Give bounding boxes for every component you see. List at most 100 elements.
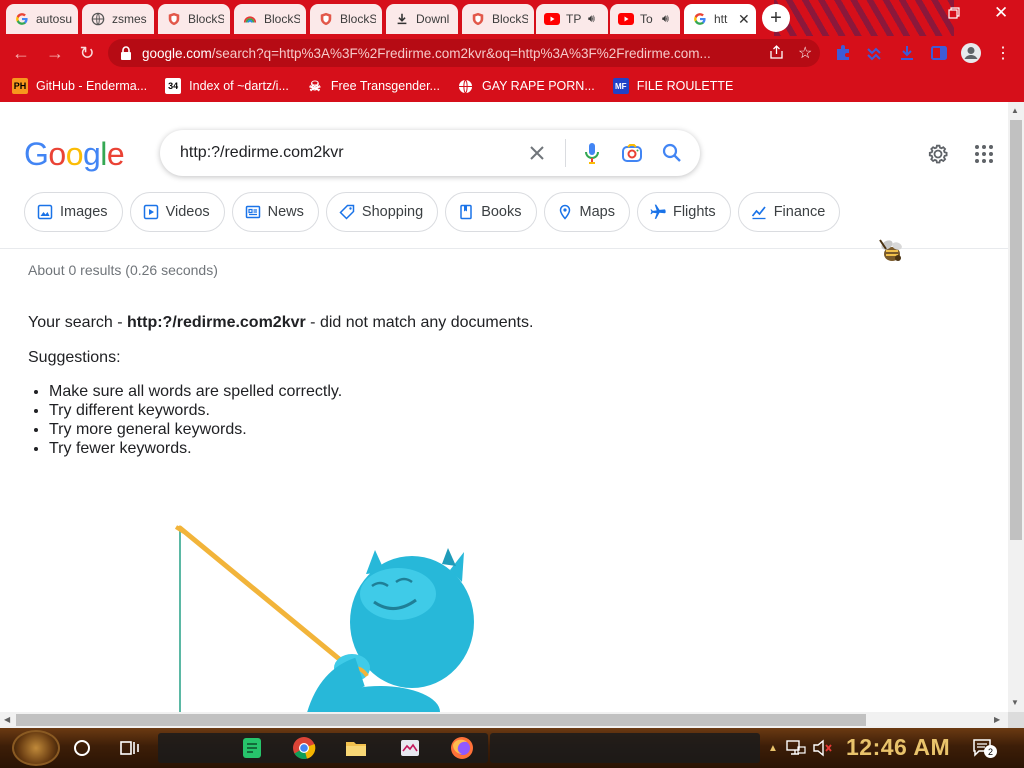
vertical-scrollbar[interactable]: ▲ ▼ <box>1008 102 1024 712</box>
youtube-icon <box>544 11 560 27</box>
google-apps-grid-icon[interactable] <box>974 144 994 164</box>
close-window-icon[interactable]: ✕ <box>994 3 1008 23</box>
horizontal-scrollbar[interactable]: ◀ ▶ <box>0 712 1008 728</box>
sidepanel-icon[interactable] <box>930 44 948 62</box>
close-tab-icon[interactable]: ✕ <box>738 11 750 28</box>
lock-icon <box>121 46 131 60</box>
bookmark-github[interactable]: PH GitHub - Enderma... <box>12 78 147 94</box>
suggestion-item: Try different keywords. <box>49 401 342 420</box>
tray-overflow-icon[interactable]: ▲ <box>768 743 778 754</box>
extension-puzzle-icon[interactable] <box>834 44 852 62</box>
bookmark-index-of[interactable]: 34 Index of ~dartz/i... <box>165 78 289 94</box>
task-view-icon[interactable] <box>120 739 140 757</box>
suggestion-item: Try fewer keywords. <box>49 439 342 458</box>
windows-taskbar: ▲ 12:46 AM 2 <box>0 728 1024 768</box>
tab-2[interactable]: BlockS <box>158 4 230 34</box>
brave-shield-icon <box>318 11 334 27</box>
back-icon[interactable]: ← <box>10 42 32 64</box>
tab-title: To <box>640 12 653 26</box>
chip-maps[interactable]: Maps <box>543 192 630 232</box>
settings-gear-icon[interactable] <box>926 142 950 166</box>
profile-avatar-icon[interactable] <box>960 42 982 64</box>
paint-app-icon[interactable] <box>398 736 422 760</box>
google-results-page: Google http:?/redirme.com2kvr Images Vid… <box>0 102 1008 712</box>
tab-title: TP <box>566 12 582 26</box>
bookmark-free-transgender[interactable]: ☠ Free Transgender... <box>307 78 440 94</box>
tab-9-active[interactable]: htt ✕ <box>684 4 756 34</box>
google-icon <box>692 11 708 27</box>
download-toolbar-icon[interactable] <box>898 44 916 62</box>
google-icon <box>14 11 30 27</box>
search-box[interactable]: http:?/redirme.com2kvr <box>160 130 700 176</box>
header-divider <box>0 248 1008 249</box>
browser-toolbar: ← → ↻ google.com/search?q=http%3A%3F%2Fr… <box>0 36 1024 70</box>
chip-label: Flights <box>672 204 716 220</box>
suggestion-item: Make sure all words are spelled correctl… <box>49 382 342 401</box>
chip-shopping[interactable]: Shopping <box>325 192 439 232</box>
chip-images[interactable]: Images <box>24 192 123 232</box>
reload-icon[interactable]: ↻ <box>76 42 98 64</box>
forward-icon[interactable]: → <box>44 42 66 64</box>
chrome-icon[interactable] <box>292 736 316 760</box>
restore-window-icon[interactable] <box>948 6 960 22</box>
tab-1[interactable]: zsmes <box>82 4 154 34</box>
search-icon[interactable] <box>660 141 684 165</box>
search-input[interactable]: http:?/redirme.com2kvr <box>180 144 525 162</box>
chip-videos[interactable]: Videos <box>129 192 225 232</box>
start-button[interactable] <box>12 730 60 766</box>
bookmark-label: Index of ~dartz/i... <box>189 79 289 93</box>
chip-finance[interactable]: Finance <box>737 192 841 232</box>
bookmark-file-roulette[interactable]: MF FILE ROULETTE <box>612 78 733 94</box>
tab-8[interactable]: To 🔊︎ <box>610 4 680 34</box>
book-icon <box>458 204 474 220</box>
speaker-icon[interactable]: 🔊︎ <box>588 13 595 26</box>
brave-shield-icon <box>470 11 486 27</box>
google-logo[interactable]: Google <box>24 136 125 173</box>
speaker-icon[interactable]: 🔊︎ <box>662 13 669 26</box>
chip-news[interactable]: News <box>231 192 319 232</box>
extension-wave-icon[interactable] <box>866 44 884 62</box>
file-explorer-icon[interactable] <box>344 736 368 760</box>
taskbar-search-area[interactable] <box>158 733 488 763</box>
scroll-left-arrow-icon[interactable]: ◀ <box>4 715 10 724</box>
scroll-up-arrow-icon[interactable]: ▲ <box>1011 106 1019 115</box>
volume-muted-icon[interactable] <box>812 739 832 757</box>
lens-camera-icon[interactable] <box>620 141 644 165</box>
tab-0[interactable]: autosu <box>6 4 78 34</box>
chip-flights[interactable]: Flights <box>636 192 731 232</box>
cortana-search-icon[interactable] <box>74 740 90 756</box>
tab-3[interactable]: BlockS <box>234 4 306 34</box>
scroll-down-arrow-icon[interactable]: ▼ <box>1011 698 1019 707</box>
url-text[interactable]: google.com/search?q=http%3A%3F%2Fredirme… <box>142 46 757 61</box>
network-icon[interactable] <box>786 739 806 757</box>
bookmark-gay-rape[interactable]: GAY RAPE PORN... <box>458 78 595 94</box>
scroll-right-arrow-icon[interactable]: ▶ <box>994 715 1000 724</box>
brave-shield-icon <box>166 11 182 27</box>
notification-center-icon[interactable]: 2 <box>972 738 997 758</box>
bee-cursor-icon <box>879 239 902 261</box>
sticky-notes-icon[interactable] <box>240 736 264 760</box>
bookmark-star-icon[interactable]: ☆ <box>798 43 812 63</box>
chip-label: Shopping <box>361 204 424 220</box>
horizontal-scroll-thumb[interactable] <box>16 714 866 726</box>
share-icon[interactable] <box>769 44 784 62</box>
tab-7[interactable]: TP 🔊︎ <box>536 4 608 34</box>
microphone-icon[interactable] <box>580 141 604 165</box>
tab-6[interactable]: BlockS <box>462 4 534 34</box>
tab-title: zsmes <box>112 12 147 26</box>
taskbar-empty-area <box>490 733 760 763</box>
ph-icon: PH <box>12 78 28 94</box>
result-stats: About 0 results (0.26 seconds) <box>28 262 218 278</box>
kebab-menu-icon[interactable]: ⋮ <box>992 42 1014 64</box>
suggestions-title: Suggestions: <box>28 349 121 366</box>
new-tab-button[interactable]: + <box>762 4 790 32</box>
address-bar[interactable]: google.com/search?q=http%3A%3F%2Fredirme… <box>108 39 820 67</box>
chip-books[interactable]: Books <box>445 192 537 232</box>
rainbow-icon <box>242 11 258 27</box>
tab-5[interactable]: Downl <box>386 4 458 34</box>
vertical-scroll-thumb[interactable] <box>1010 120 1022 540</box>
taskbar-clock[interactable]: 12:46 AM <box>846 734 950 761</box>
clear-search-icon[interactable] <box>525 141 549 165</box>
firefox-icon[interactable] <box>450 736 474 760</box>
tab-4[interactable]: BlockS <box>310 4 382 34</box>
